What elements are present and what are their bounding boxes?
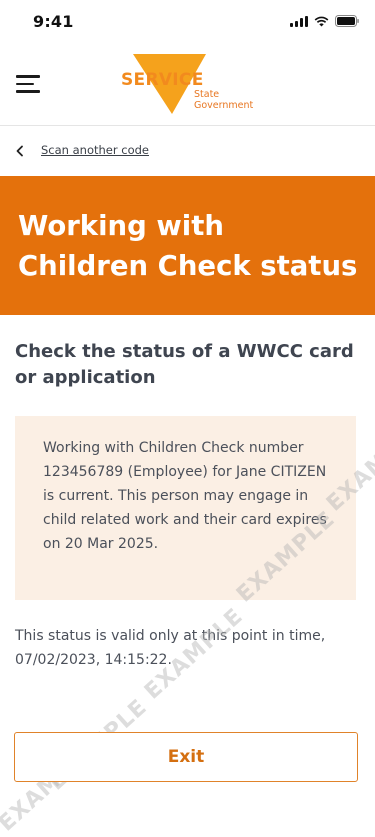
app-header: SERVICE State Government — [0, 44, 375, 126]
status-icons — [290, 15, 359, 27]
status-result-text: Working with Children Check number 12345… — [43, 440, 327, 552]
logo-sub-line1: State — [194, 89, 220, 100]
status-bar: 9:41 — [0, 0, 375, 44]
title-banner: Working with Children Check status — [0, 176, 375, 315]
scan-another-code-link[interactable]: Scan another code — [41, 143, 149, 157]
validity-note: This status is valid only at this point … — [15, 628, 326, 668]
page-title: Working with Children Check status — [18, 210, 358, 282]
wifi-icon — [314, 16, 329, 27]
chevron-left-icon[interactable] — [15, 145, 25, 157]
status-time: 9:41 — [33, 12, 74, 31]
signal-icon — [290, 15, 308, 27]
status-result-box: Working with Children Check number 12345… — [15, 416, 356, 600]
service-victoria-logo: SERVICE State Government — [118, 52, 258, 118]
section-heading: Check the status of a WWCC card or appli… — [15, 341, 354, 388]
battery-icon — [335, 15, 359, 27]
menu-icon[interactable] — [16, 75, 40, 93]
logo-word: SERVICE — [121, 70, 204, 90]
exit-button[interactable]: Exit — [14, 732, 358, 782]
logo-sub-line2: Government — [194, 100, 254, 111]
back-row: Scan another code — [0, 126, 375, 176]
